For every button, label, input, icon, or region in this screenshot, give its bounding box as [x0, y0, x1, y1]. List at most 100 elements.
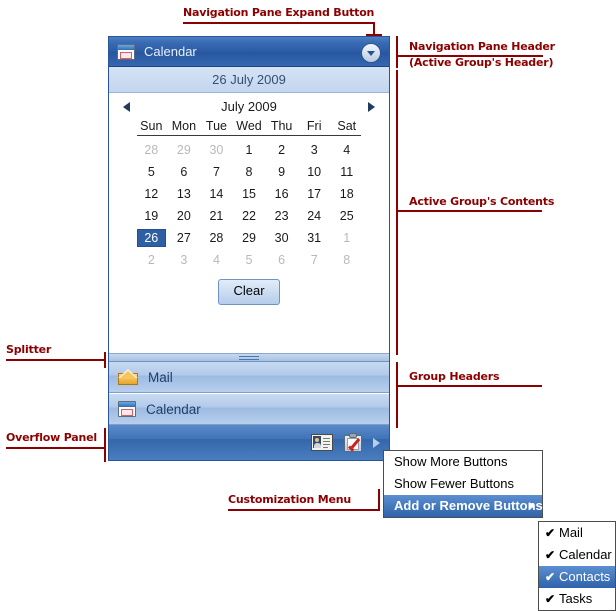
- calendar-day[interactable]: 8: [330, 253, 363, 267]
- mail-icon: [118, 369, 138, 385]
- calendar-day[interactable]: 6: [168, 165, 201, 179]
- calendar-day[interactable]: 25: [330, 209, 363, 223]
- calendar-icon: [117, 43, 135, 60]
- navigation-pane-header[interactable]: Calendar: [109, 37, 389, 67]
- add-remove-buttons-submenu[interactable]: ✔ Mail ✔ Calendar ✔ Contacts ✔ Tasks: [538, 521, 616, 611]
- customization-menu[interactable]: Show More Buttons Show Fewer Buttons Add o…: [383, 450, 543, 518]
- calendar-day[interactable]: 6: [265, 253, 298, 267]
- prev-arrow-icon[interactable]: [123, 102, 130, 112]
- calendar-week-row: 5 6 7 8 9 10 11: [109, 161, 389, 183]
- annotation-nav-header: Navigation Pane Header: [409, 40, 555, 53]
- annotation-bracket: [396, 36, 398, 68]
- calendar-day[interactable]: 5: [135, 165, 168, 179]
- divider: [137, 135, 361, 136]
- submenu-item-label: Tasks: [559, 591, 593, 606]
- calendar-day[interactable]: 21: [200, 209, 233, 223]
- calendar-day[interactable]: 3: [168, 253, 201, 267]
- group-header-label: Calendar: [146, 401, 201, 417]
- calendar-day[interactable]: 8: [233, 165, 266, 179]
- group-header-calendar[interactable]: Calendar: [109, 394, 389, 425]
- calendar-day[interactable]: 28: [135, 143, 168, 157]
- calendar-day[interactable]: 4: [330, 143, 363, 157]
- calendar-day[interactable]: 29: [168, 143, 201, 157]
- submenu-item[interactable]: ✔ Mail: [539, 522, 615, 544]
- calendar-day[interactable]: 29: [233, 231, 266, 245]
- check-icon: ✔: [545, 526, 556, 540]
- chevron-down-icon[interactable]: [361, 43, 381, 63]
- menu-item-label: Show Fewer Buttons: [394, 476, 514, 491]
- calendar-day[interactable]: 31: [298, 231, 331, 245]
- annotation-line: [396, 210, 542, 212]
- calendar-weeks[interactable]: 28 29 30 1 2 3 4 5 6 7 8 9 10 11 12 13 14 15 16 17 18 19 20 21 2…: [109, 139, 389, 271]
- calendar-day[interactable]: 12: [135, 187, 168, 201]
- submenu-item-label: Mail: [559, 525, 583, 540]
- submenu-item-label: Calendar: [559, 547, 612, 562]
- calendar-day[interactable]: 30: [200, 143, 233, 157]
- menu-item-label: Add or Remove Buttons: [394, 498, 543, 513]
- overflow-chevron-icon[interactable]: [373, 437, 380, 448]
- tasks-icon[interactable]: [343, 433, 363, 452]
- submenu-item[interactable]: ✔ Contacts: [539, 566, 615, 588]
- calendar-day[interactable]: 17: [298, 187, 331, 201]
- calendar-day[interactable]: 1: [330, 231, 363, 245]
- clear-button[interactable]: Clear: [218, 279, 280, 305]
- annotation-bracket: [396, 70, 398, 355]
- calendar-day[interactable]: 22: [233, 209, 266, 223]
- calendar-day[interactable]: 16: [265, 187, 298, 201]
- calendar-day[interactable]: 30: [265, 231, 298, 245]
- calendar-day[interactable]: 4: [200, 253, 233, 267]
- calendar-day[interactable]: 28: [200, 231, 233, 245]
- calendar-day[interactable]: 2: [135, 253, 168, 267]
- calendar-day[interactable]: 1: [233, 143, 266, 157]
- day-of-week-header: Mon: [171, 119, 197, 133]
- submenu-item[interactable]: ✔ Tasks: [539, 588, 615, 610]
- annotation-active-contents: Active Group's Contents: [409, 195, 555, 208]
- navigation-pane-title: Calendar: [144, 44, 197, 59]
- calendar-day[interactable]: 20: [168, 209, 201, 223]
- calendar-day[interactable]: 9: [265, 165, 298, 179]
- day-of-week-header: Fri: [306, 119, 322, 133]
- contacts-icon[interactable]: [311, 434, 333, 451]
- calendar-day[interactable]: 11: [330, 165, 363, 179]
- calendar-day[interactable]: 3: [298, 143, 331, 157]
- calendar-day[interactable]: 27: [168, 231, 201, 245]
- submenu-item[interactable]: ✔ Calendar: [539, 544, 615, 566]
- day-of-week-header: Wed: [236, 119, 262, 133]
- calendar-day[interactable]: 18: [330, 187, 363, 201]
- menu-item[interactable]: Show Fewer Buttons: [384, 473, 542, 495]
- calendar-week-row: 12 13 14 15 16 17 18: [109, 183, 389, 205]
- day-of-week-row: Sun Mon Tue Wed Thu Fri Sat: [109, 119, 389, 135]
- submenu-arrow-icon: [529, 502, 535, 510]
- annotation-line: [396, 385, 542, 387]
- calendar-day[interactable]: 15: [233, 187, 266, 201]
- annotation-group-headers: Group Headers: [409, 370, 500, 383]
- group-header-mail[interactable]: Mail: [109, 362, 389, 393]
- day-of-week-header: Tue: [205, 119, 227, 133]
- calendar-day[interactable]: 10: [298, 165, 331, 179]
- selected-day-highlight: 26: [136, 229, 166, 247]
- menu-item[interactable]: Add or Remove Buttons: [384, 495, 543, 517]
- calendar-day[interactable]: 2: [265, 143, 298, 157]
- calendar-day[interactable]: 7: [200, 165, 233, 179]
- group-header-label: Mail: [148, 369, 173, 385]
- calendar-day[interactable]: 5: [233, 253, 266, 267]
- calendar-week-row: 19 20 21 22 23 24 25: [109, 205, 389, 227]
- clear-button-row: Clear: [109, 279, 389, 305]
- calendar-day[interactable]: 23: [265, 209, 298, 223]
- calendar-grid[interactable]: Sun Mon Tue Wed Thu Fri Sat 28 29 30 1 2 3 4 5 6 7 8 9 10 1…: [109, 119, 389, 271]
- calendar-day[interactable]: 24: [298, 209, 331, 223]
- check-icon: ✔: [545, 548, 556, 562]
- calendar-day[interactable]: 7: [298, 253, 331, 267]
- next-arrow-icon[interactable]: [368, 102, 375, 112]
- calendar-week-row: 26 27 28 29 30 31 1: [109, 227, 389, 249]
- calendar-day-selected[interactable]: 26: [135, 229, 168, 247]
- day-of-week-header: Sat: [337, 119, 357, 133]
- calendar-day[interactable]: 19: [135, 209, 168, 223]
- menu-item[interactable]: Show More Buttons: [384, 451, 542, 473]
- calendar-day[interactable]: 14: [200, 187, 233, 201]
- calendar-day[interactable]: 13: [168, 187, 201, 201]
- annotation-bracket: [396, 362, 398, 428]
- annotation-nav-expand: Navigation Pane Expand Button: [183, 6, 375, 19]
- calendar-week-row: 2345678: [109, 249, 389, 271]
- splitter[interactable]: [109, 353, 389, 362]
